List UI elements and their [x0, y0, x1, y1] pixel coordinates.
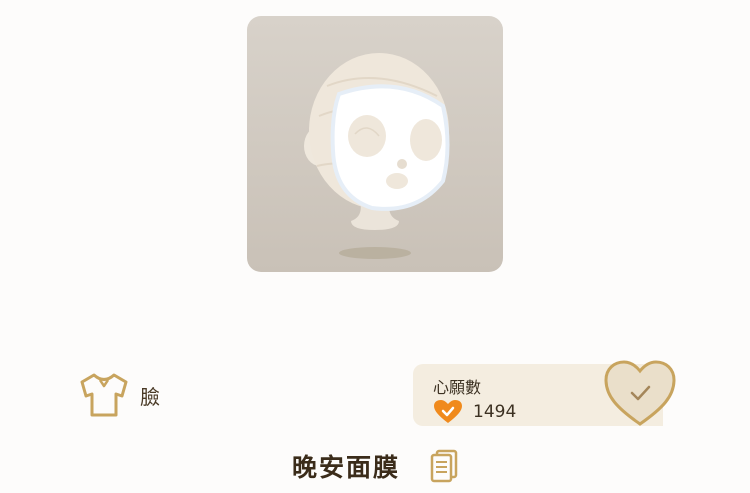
wish-count-value: 1494 [473, 402, 517, 422]
face-mask-mannequin-image [304, 53, 450, 259]
add-to-wishlist-button[interactable] [603, 358, 677, 428]
shirt-icon [80, 373, 128, 417]
item-detail-page: 臉 心願數 1494 晚安面膜 [0, 0, 750, 493]
item-details-button[interactable] [430, 449, 458, 483]
wish-count-row: 1494 [433, 399, 516, 425]
wish-count-label: 心願數 [433, 378, 482, 397]
item-name: 晚安面膜 [291, 453, 400, 482]
document-icon [430, 449, 458, 483]
heart-check-badge-icon [434, 400, 462, 423]
item-title-row: 晚安面膜 [0, 446, 750, 486]
category-label: 臉 [140, 384, 160, 409]
item-preview-card [247, 16, 503, 272]
item-category: 臉 [78, 372, 160, 418]
heart-check-icon [604, 360, 676, 426]
